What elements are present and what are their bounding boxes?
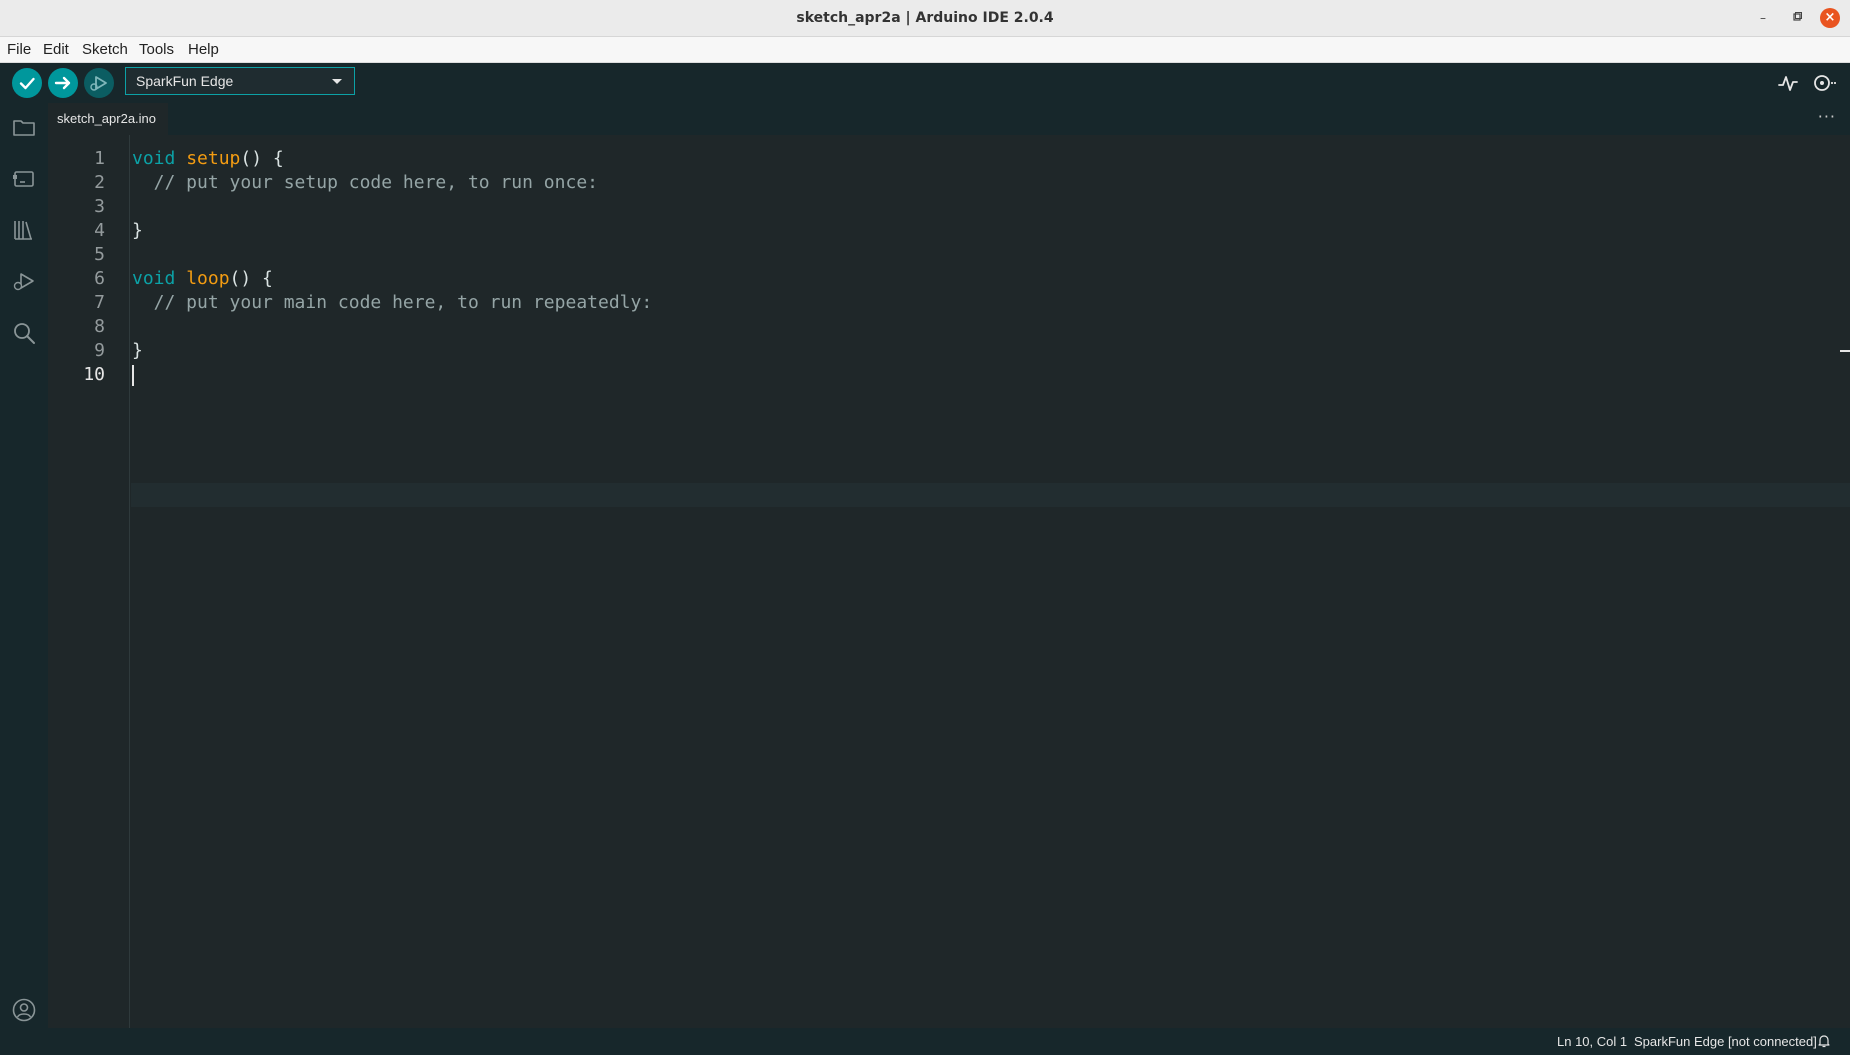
- menu-tools[interactable]: Tools: [139, 37, 174, 63]
- menu-bar: File Edit Sketch Tools Help: [0, 37, 1850, 63]
- code-function-name: setup: [186, 148, 241, 169]
- debug-icon: [90, 76, 107, 91]
- notification-bell-icon[interactable]: [1816, 1033, 1832, 1049]
- code-editor[interactable]: 1 2 3 4 5 6 7 8 9 10 void setup() { // p…: [48, 135, 1850, 1028]
- code-line: void loop() {: [132, 267, 1832, 291]
- line-number: 8: [94, 316, 105, 337]
- code-line: }: [132, 340, 143, 361]
- activity-sidebar: [0, 103, 48, 1028]
- code-comment: // put your setup code here, to run once…: [132, 172, 598, 193]
- current-line-highlight: [131, 483, 1850, 507]
- sketchbook-folder-icon[interactable]: [12, 116, 36, 140]
- editor-tab-bar: sketch_apr2a.ino ···: [48, 103, 1850, 135]
- code-comment: // put your main code here, to run repea…: [132, 292, 653, 313]
- menu-file[interactable]: File: [7, 37, 31, 63]
- restore-icon[interactable]: [1787, 8, 1807, 28]
- cursor-position[interactable]: Ln 10, Col 1: [1557, 1028, 1627, 1055]
- debug-icon[interactable]: [12, 269, 36, 293]
- upload-button[interactable]: [48, 68, 78, 98]
- code-line: // put your setup code here, to run once…: [132, 171, 1832, 195]
- code-line: }: [132, 220, 143, 241]
- line-number: 10: [83, 364, 105, 385]
- code-line: // put your main code here, to run repea…: [132, 291, 1832, 315]
- chevron-down-icon: [332, 79, 342, 84]
- line-number: 1: [94, 148, 105, 169]
- boards-manager-icon[interactable]: [12, 167, 36, 191]
- tab-sketch[interactable]: sketch_apr2a.ino: [48, 103, 168, 135]
- window-title: sketch_apr2a | Arduino IDE 2.0.4: [796, 10, 1054, 26]
- code-line: void setup() {: [132, 147, 1832, 171]
- line-number: 6: [94, 268, 105, 289]
- code-keyword: void: [132, 268, 187, 289]
- verify-icon: [19, 77, 35, 90]
- menu-edit[interactable]: Edit: [43, 37, 69, 63]
- close-icon[interactable]: ×: [1820, 8, 1840, 28]
- code-text: () {: [229, 268, 273, 289]
- tab-label: sketch_apr2a.ino: [57, 111, 157, 126]
- serial-plotter-icon[interactable]: [1776, 71, 1800, 95]
- upload-icon: [54, 76, 71, 90]
- code-function-name: loop: [186, 268, 230, 289]
- overview-ruler-marker: [1840, 350, 1850, 352]
- text-cursor: [132, 365, 134, 386]
- line-number: 9: [94, 340, 105, 361]
- line-number: 2: [94, 172, 105, 193]
- minimize-icon[interactable]: –: [1753, 8, 1773, 28]
- search-icon[interactable]: [12, 321, 36, 345]
- menu-sketch[interactable]: Sketch: [82, 37, 128, 63]
- serial-monitor-icon[interactable]: [1812, 71, 1836, 95]
- line-number: 4: [94, 220, 105, 241]
- line-number: 5: [94, 244, 105, 265]
- profile-icon[interactable]: [12, 998, 36, 1022]
- line-number-gutter: 1 2 3 4 5 6 7 8 9 10: [48, 135, 130, 1028]
- board-status[interactable]: SparkFun Edge [not connected]: [1634, 1028, 1817, 1055]
- menu-help[interactable]: Help: [188, 37, 219, 63]
- more-options-icon[interactable]: ···: [1818, 107, 1836, 131]
- line-number: 7: [94, 292, 105, 313]
- arduino-ide-window: sketch_apr2a | Arduino IDE 2.0.4 – × Fil…: [0, 0, 1850, 1055]
- verify-button[interactable]: [12, 68, 42, 98]
- code-keyword: void: [132, 148, 187, 169]
- library-manager-icon[interactable]: [12, 218, 36, 242]
- debug-button[interactable]: [84, 68, 114, 98]
- board-selector-label: SparkFun Edge: [136, 73, 234, 89]
- board-selector[interactable]: SparkFun Edge: [125, 67, 355, 95]
- toolbar: SparkFun Edge: [0, 63, 1850, 103]
- status-bar: Ln 10, Col 1 SparkFun Edge [not connecte…: [0, 1028, 1850, 1055]
- line-number: 3: [94, 196, 105, 217]
- title-bar: sketch_apr2a | Arduino IDE 2.0.4 – ×: [0, 0, 1850, 37]
- code-text: () {: [240, 148, 284, 169]
